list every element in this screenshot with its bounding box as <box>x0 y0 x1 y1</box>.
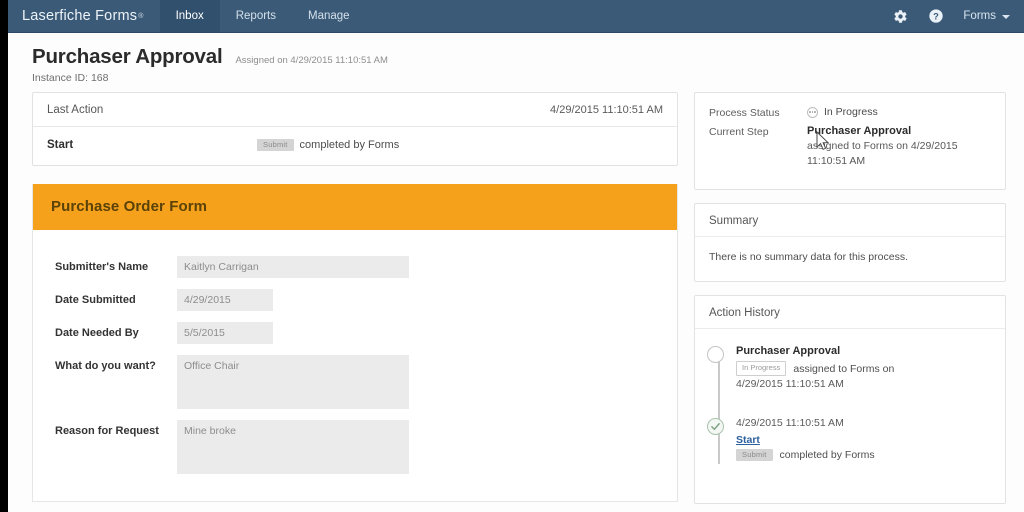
tab-inbox[interactable]: Inbox <box>159 0 220 32</box>
submit-badge: Submit <box>257 139 294 152</box>
screenshot-root: Laserfiche Forms® Inbox Reports Manage <box>0 0 1024 512</box>
current-step-label: Current Step <box>709 126 769 138</box>
in-progress-badge: In Progress <box>736 361 787 376</box>
summary-heading: Summary <box>695 204 1005 238</box>
timeline-node-open-icon <box>707 346 724 364</box>
timeline-item-date: 4/29/2015 11:10:51 AM <box>736 416 844 429</box>
brand-trademark-icon: ® <box>138 12 144 20</box>
current-step-detail: assigned to Forms on 4/29/2015 11:10:51 … <box>807 140 958 168</box>
page-title-row: Purchaser Approval Assigned on 4/29/2015… <box>32 45 1024 69</box>
timeline-item-content: Purchaser Approval In Progress assigned … <box>736 345 995 390</box>
page-body: Last Action 4/29/2015 11:10:51 AM Start … <box>8 92 1024 512</box>
timeline-item-link-start[interactable]: Start <box>736 434 760 446</box>
field-value-what-do-you-want[interactable]: Office Chair <box>177 355 409 410</box>
last-action-detail-text: completed by Forms <box>299 139 400 152</box>
svg-text:?: ? <box>934 11 940 21</box>
left-black-gutter <box>0 0 8 512</box>
summary-text: There is no summary data for this proces… <box>709 251 908 264</box>
tab-reports[interactable]: Reports <box>220 0 292 32</box>
timeline-item-date: 4/29/2015 11:10:51 AM <box>736 377 844 390</box>
field-value-reason-for-request[interactable]: Mine broke <box>177 420 409 475</box>
user-menu-label: Forms <box>963 10 996 22</box>
timeline-item-meta: Submit completed by Forms <box>736 448 995 461</box>
timeline-item: Purchaser Approval In Progress assigned … <box>707 345 995 390</box>
page-title: Purchaser Approval <box>32 45 223 68</box>
current-step-name: Purchaser Approval <box>807 125 912 137</box>
process-status-value-group: In Progress <box>807 106 878 118</box>
gear-icon[interactable] <box>891 7 909 25</box>
last-action-body: Start Submit completed by Forms <box>33 127 677 165</box>
timeline-item-detail: completed by Forms <box>779 448 875 461</box>
assigned-on-text: Assigned on 4/29/2015 11:10:51 AM <box>235 55 388 66</box>
submit-badge: Submit <box>736 448 773 461</box>
top-navigation-bar: Laserfiche Forms® Inbox Reports Manage <box>8 0 1024 33</box>
last-action-card: Last Action 4/29/2015 11:10:51 AM Start … <box>32 92 678 167</box>
field-label-what-do-you-want: What do you want? <box>55 360 156 373</box>
action-history-card: Action History Purchaser Approval In Pro… <box>694 295 1006 504</box>
timeline-item-title: Purchaser Approval <box>736 345 841 358</box>
last-action-heading: Last Action <box>47 104 104 116</box>
process-status-value: In Progress <box>824 106 878 118</box>
action-history-timeline: Purchaser Approval In Progress assigned … <box>695 329 1005 503</box>
main-column: Last Action 4/29/2015 11:10:51 AM Start … <box>32 92 678 503</box>
timeline-item-content: 4/29/2015 11:10:51 AM Start Submit compl… <box>736 417 995 463</box>
form-field-row: Date Submitted 4/29/2015 <box>33 289 677 312</box>
action-history-heading: Action History <box>695 296 1005 330</box>
in-progress-dots-icon <box>807 106 818 118</box>
form-field-row: Date Needed By 5/5/2015 <box>33 322 677 345</box>
field-value-date-needed-by[interactable]: 5/5/2015 <box>177 322 273 345</box>
field-value-date-submitted[interactable]: 4/29/2015 <box>177 289 273 312</box>
tab-manage-label: Manage <box>308 10 350 22</box>
purchase-order-form-card: Purchase Order Form Submitter's Name Kai… <box>32 184 678 503</box>
summary-body: There is no summary data for this proces… <box>695 237 1005 281</box>
app-brand-logo[interactable]: Laserfiche Forms ® <box>8 0 160 32</box>
timeline-item: 4/29/2015 11:10:51 AM Start Submit compl… <box>707 417 995 463</box>
nav-right-group: ? Forms <box>891 0 1024 32</box>
tab-reports-label: Reports <box>235 10 276 22</box>
chevron-down-icon <box>1002 15 1010 19</box>
process-status-body: Process Status In Progress Current Step … <box>695 93 1005 189</box>
form-field-row: What do you want? Office Chair <box>33 355 677 410</box>
instance-id-text: Instance ID: 168 <box>32 72 109 84</box>
brand-text: Laserfiche Forms <box>22 8 138 24</box>
field-label-date-submitted: Date Submitted <box>55 294 136 307</box>
side-column: Process Status In Progress Current Step … <box>694 92 1006 512</box>
summary-card: Summary There is no summary data for thi… <box>694 203 1006 283</box>
last-action-header: Last Action 4/29/2015 11:10:51 AM <box>33 93 677 127</box>
timeline-node-completed-icon <box>707 417 724 435</box>
current-step-row: Current Step Purchaser Approval assigned… <box>709 125 991 169</box>
field-label-submitters-name: Submitter's Name <box>55 261 149 274</box>
form-field-row: Reason for Request Mine broke <box>33 420 677 475</box>
tab-inbox-label: Inbox <box>175 10 204 22</box>
form-fields: Submitter's Name Kaitlyn Carrigan Date S… <box>33 230 677 502</box>
tab-manage[interactable]: Manage <box>292 0 366 32</box>
last-action-step-name: Start <box>47 139 74 152</box>
form-field-row: Submitter's Name Kaitlyn Carrigan <box>33 256 677 279</box>
process-status-card: Process Status In Progress Current Step … <box>694 92 1006 191</box>
nav-tab-list: Inbox Reports Manage <box>159 0 366 32</box>
form-banner-title: Purchase Order Form <box>51 198 208 216</box>
last-action-timestamp: 4/29/2015 11:10:51 AM <box>550 104 663 116</box>
form-banner: Purchase Order Form <box>33 184 677 231</box>
user-menu[interactable]: Forms <box>963 10 1010 22</box>
page-header: Purchaser Approval Assigned on 4/29/2015… <box>8 33 1024 92</box>
current-step-value-group: Purchaser Approval assigned to Forms on … <box>807 125 982 169</box>
process-status-label: Process Status <box>709 107 780 119</box>
last-action-detail-group: Submit completed by Forms <box>257 139 400 152</box>
timeline-item-detail: assigned to Forms on <box>793 362 895 375</box>
field-label-reason-for-request: Reason for Request <box>55 425 159 438</box>
timeline-item-meta: In Progress assigned to Forms on <box>736 361 995 376</box>
question-circle-icon[interactable]: ? <box>927 7 945 25</box>
application-window: Laserfiche Forms® Inbox Reports Manage <box>8 0 1024 512</box>
process-status-row: Process Status In Progress <box>709 106 991 119</box>
field-value-submitters-name[interactable]: Kaitlyn Carrigan <box>177 256 409 279</box>
field-label-date-needed-by: Date Needed By <box>55 327 139 340</box>
